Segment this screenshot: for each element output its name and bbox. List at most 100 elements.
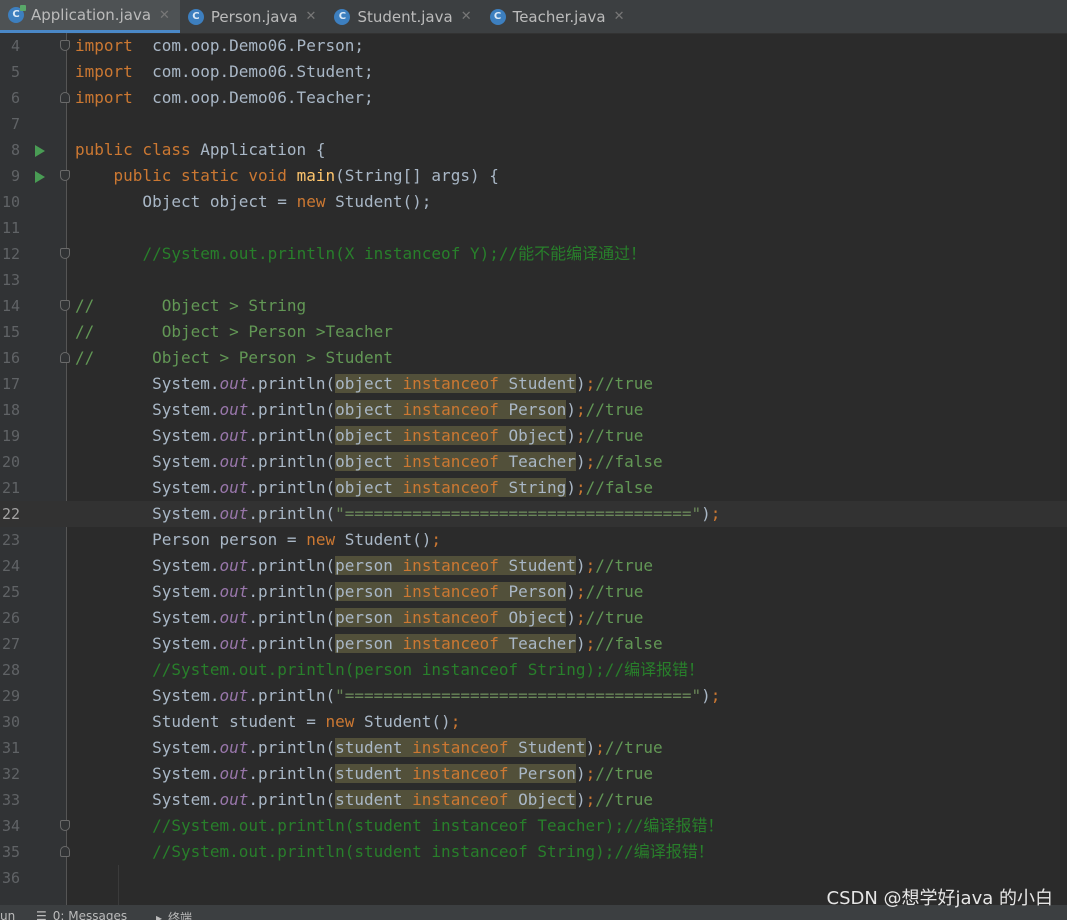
fold-marker-icon[interactable] (60, 352, 70, 363)
code-line[interactable]: 26 System.out.println(person instanceof … (0, 605, 1067, 631)
code-text: Person person = new Student(); (75, 527, 441, 553)
code-token: student (335, 738, 413, 757)
code-line[interactable]: 29 System.out.println("=================… (0, 683, 1067, 709)
code-line[interactable]: 7 (0, 111, 1067, 137)
code-text: //System.out.println(student instanceof … (75, 839, 714, 865)
code-line[interactable]: 12 //System.out.println(X instanceof Y);… (0, 241, 1067, 267)
run-tool-label[interactable]: un (0, 909, 15, 920)
code-token: .println( (248, 426, 336, 445)
code-token: Object object = (75, 192, 297, 211)
code-text: System.out.println(person instanceof Stu… (75, 553, 653, 579)
tab-student-java[interactable]: C Student.java ✕ (326, 0, 481, 33)
code-token: instanceof (402, 634, 499, 653)
code-line[interactable]: 8 public class Application { (0, 137, 1067, 163)
close-icon[interactable]: ✕ (614, 9, 625, 24)
code-token: Application { (190, 140, 326, 159)
code-line[interactable]: 28 //System.out.println(person instanceo… (0, 657, 1067, 683)
line-number: 10 (1, 193, 20, 211)
code-token: ) (575, 790, 586, 809)
code-token: .println( (248, 556, 336, 575)
code-line[interactable]: 27 System.out.println(person instanceof … (0, 631, 1067, 657)
code-token: ; (585, 790, 596, 809)
code-token: import (75, 88, 133, 107)
code-text: // Object > String (75, 293, 306, 319)
code-line[interactable]: 19 System.out.println(object instanceof … (0, 423, 1067, 449)
close-icon[interactable]: ✕ (461, 9, 472, 24)
code-line[interactable]: 24 System.out.println(person instanceof … (0, 553, 1067, 579)
code-editor[interactable]: 4 import com.oop.Demo06.Person; 5 import co… (0, 33, 1067, 905)
code-line[interactable]: 18 System.out.println(object instanceof … (0, 397, 1067, 423)
code-line[interactable]: 25 System.out.println(person instanceof … (0, 579, 1067, 605)
fold-marker-icon[interactable] (60, 300, 70, 311)
code-line[interactable]: 22 System.out.println("=================… (0, 501, 1067, 527)
code-token: person (335, 608, 403, 627)
code-line[interactable]: 13 (0, 267, 1067, 293)
messages-tool-button[interactable]: ☰ 0: Messages (36, 909, 127, 920)
tab-person-java[interactable]: C Person.java ✕ (180, 0, 327, 33)
code-token: .println( (248, 738, 336, 757)
code-token: //false (595, 452, 663, 471)
code-line[interactable]: 4 import com.oop.Demo06.Person; (0, 33, 1067, 59)
fold-marker-icon[interactable] (60, 170, 70, 181)
code-text: System.out.println(student instanceof St… (75, 735, 663, 761)
code-line[interactable]: 5 import com.oop.Demo06.Student; (0, 59, 1067, 85)
line-number: 6 (10, 89, 20, 107)
code-line[interactable]: 35 //System.out.println(student instance… (0, 839, 1067, 865)
code-token: ) (701, 686, 711, 705)
code-line[interactable]: 10 Object object = new Student(); (0, 189, 1067, 215)
code-token: out (219, 634, 249, 653)
terminal-tool-button[interactable]: ▸ 终端 (156, 909, 192, 920)
code-line[interactable]: 33 System.out.println(student instanceof… (0, 787, 1067, 813)
code-line[interactable]: 32 System.out.println(student instanceof… (0, 761, 1067, 787)
fold-marker-icon[interactable] (60, 820, 70, 831)
code-line[interactable]: 14 // Object > String (0, 293, 1067, 319)
fold-marker-icon[interactable] (60, 92, 70, 103)
code-token: instanceof (402, 608, 499, 627)
code-line[interactable]: 11 (0, 215, 1067, 241)
code-token: System. (75, 582, 220, 601)
code-line[interactable]: 20 System.out.println(object instanceof … (0, 449, 1067, 475)
close-icon[interactable]: ✕ (306, 9, 317, 24)
tab-teacher-java[interactable]: C Teacher.java ✕ (482, 0, 635, 33)
code-line[interactable]: 9 public static void main(String[] args)… (0, 163, 1067, 189)
line-number: 15 (1, 323, 20, 341)
java-class-icon: C (8, 5, 26, 23)
code-line[interactable]: 15 // Object > Person >Teacher (0, 319, 1067, 345)
code-line[interactable]: 34 //System.out.println(student instance… (0, 813, 1067, 839)
close-icon[interactable]: ✕ (159, 8, 170, 23)
code-token: ; (575, 426, 586, 445)
code-token: //false (585, 478, 654, 497)
fold-marker-icon[interactable] (60, 248, 70, 259)
code-token: main (296, 166, 336, 185)
run-gutter-icon[interactable] (35, 171, 45, 183)
run-gutter-icon[interactable] (35, 145, 45, 157)
code-token: ; (710, 686, 721, 705)
code-token: //true (585, 426, 644, 445)
code-token: //System.out.println(X instanceof Y);//能… (142, 244, 647, 263)
fold-marker-icon[interactable] (60, 846, 70, 857)
code-token: // Object > Person >Teacher (75, 322, 393, 341)
code-token: instanceof (402, 426, 499, 445)
code-token: out (219, 582, 249, 601)
line-number: 24 (1, 557, 20, 575)
code-token: String (498, 478, 567, 497)
tab-application-java[interactable]: C Application.java ✕ (0, 0, 180, 33)
code-token: new (306, 530, 336, 549)
line-number: 13 (1, 271, 20, 289)
code-line[interactable]: 30 Student student = new Student(); (0, 709, 1067, 735)
code-line[interactable]: 31 System.out.println(student instanceof… (0, 735, 1067, 761)
code-text: System.out.println("====================… (75, 501, 720, 527)
code-line[interactable]: 21 System.out.println(object instanceof … (0, 475, 1067, 501)
code-text: System.out.println(person instanceof Per… (75, 579, 643, 605)
fold-marker-icon[interactable] (60, 40, 70, 51)
code-line[interactable]: 16 // Object > Person > Student (0, 345, 1067, 371)
code-line[interactable]: 17 System.out.println(object instanceof … (0, 371, 1067, 397)
code-token: .println( (248, 634, 336, 653)
code-line[interactable]: 23 Person person = new Student(); (0, 527, 1067, 553)
code-token: Person person = (75, 530, 307, 549)
code-token: out (219, 374, 249, 393)
code-line[interactable]: 6 import com.oop.Demo06.Teacher; (0, 85, 1067, 111)
code-token: Student (498, 556, 576, 575)
code-token: ; (710, 504, 721, 523)
